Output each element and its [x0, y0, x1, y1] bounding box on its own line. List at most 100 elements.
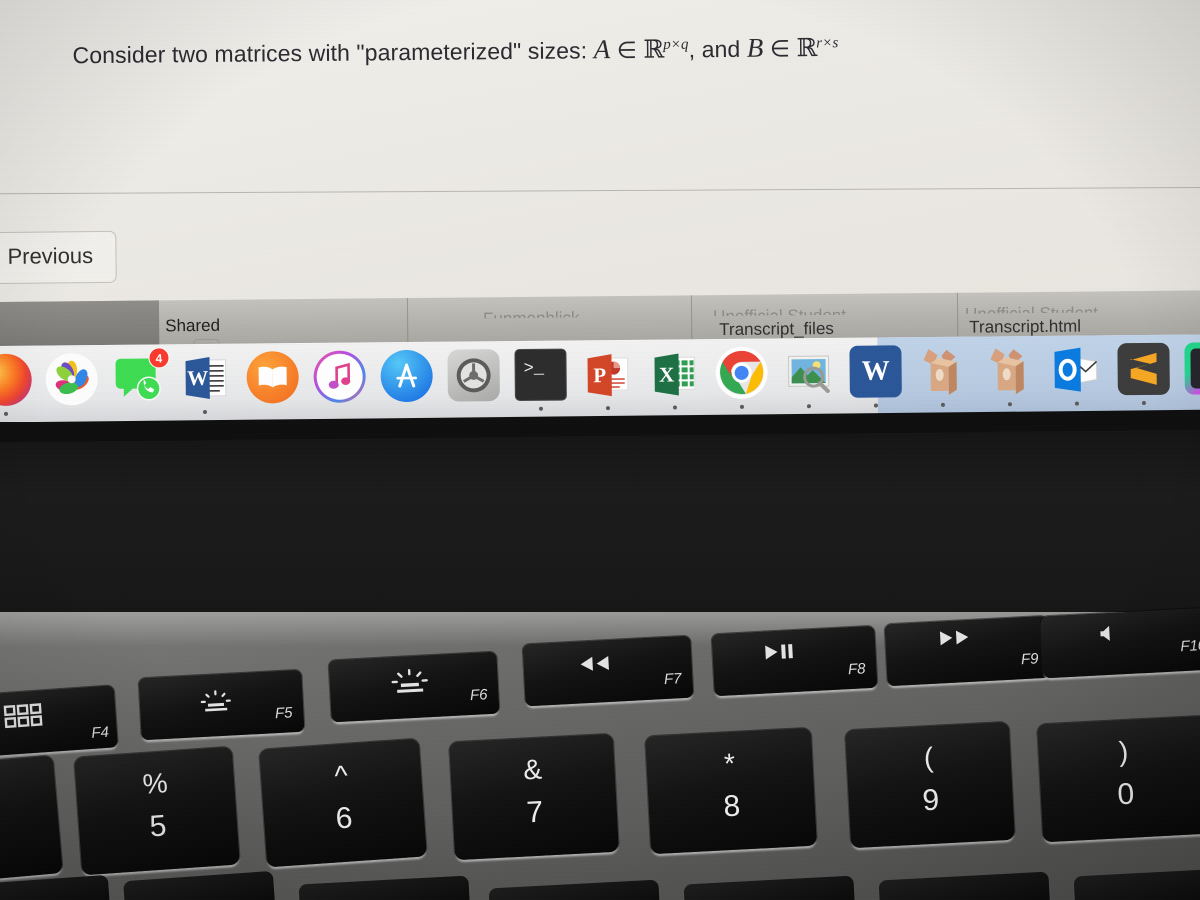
- dock-icon-system-preferences[interactable]: [447, 349, 500, 402]
- reals-symbol-b: ℝ: [796, 33, 817, 63]
- messages-unread-badge: 4: [148, 347, 170, 369]
- dock-icon-messages[interactable]: 4: [112, 347, 170, 404]
- dock-running-dot-word-doc: [873, 403, 878, 408]
- key-6-base-label: 6: [334, 801, 354, 836]
- dock-running-dot-texshop-1: [940, 402, 945, 407]
- dock-running-dot-preview: [806, 404, 811, 409]
- play-pause-icon: [765, 644, 793, 660]
- dock-icon-app-store[interactable]: [380, 349, 433, 403]
- fast-forward-icon: [939, 630, 969, 646]
- finder-ghost-label-2: Unofficial Student: [965, 303, 1099, 314]
- key-8-base-label: 8: [722, 789, 742, 824]
- key-7[interactable]: & 7: [449, 733, 619, 861]
- dock-icon-word[interactable]: W: [179, 352, 231, 404]
- dock-icon-photos[interactable]: [45, 353, 98, 406]
- key-9[interactable]: ( 9: [845, 721, 1015, 849]
- key-6-shift-label: ^: [333, 759, 349, 792]
- finder-file-transcript-html[interactable]: Transcript.html: [969, 317, 1081, 338]
- excel-spreadsheet-icon: X: [654, 353, 696, 396]
- key-f8[interactable]: F8: [711, 625, 878, 697]
- powerpoint-slide-icon: P: [587, 354, 629, 397]
- question-prose: Consider two matrices with "parameterize…: [72, 37, 588, 69]
- sublime-s-icon: [1130, 352, 1157, 385]
- outlook-envelope-icon: [1054, 347, 1098, 392]
- launchpad-icon: [3, 703, 43, 729]
- key-6[interactable]: ^ 6: [259, 738, 427, 868]
- dock-running-dot-excel: [672, 405, 678, 410]
- dock-icon-texshop-1[interactable]: [916, 345, 968, 397]
- key-8[interactable]: * 8: [645, 727, 817, 855]
- dock-running-dot-sublime: [1141, 400, 1146, 405]
- dock-icon-powerpoint[interactable]: P: [581, 348, 633, 400]
- key-f4[interactable]: F4: [0, 685, 118, 757]
- word-document-icon: W: [185, 356, 227, 399]
- dock-icon-firefox[interactable]: [0, 353, 32, 407]
- dock-icon-chrome[interactable]: [715, 346, 768, 400]
- key-f5-label: F5: [274, 704, 293, 723]
- dock-icon-outlook[interactable]: [1050, 343, 1102, 395]
- key-f9-label: F9: [1020, 650, 1039, 669]
- dock-icon-word-doc[interactable]: W: [849, 345, 902, 398]
- key-f5[interactable]: F5: [138, 669, 305, 741]
- dock-running-dot-terminal: [538, 406, 544, 411]
- dock-running-dot-chrome: [739, 404, 744, 409]
- dock-running-dot-word: [202, 409, 208, 415]
- key-0-shift-label: ): [1118, 735, 1130, 768]
- key-f7-label: F7: [663, 670, 682, 689]
- key-5[interactable]: % 5: [74, 746, 240, 876]
- keyboard-brightness-down-icon: [200, 690, 231, 712]
- previous-button[interactable]: Previous: [0, 230, 117, 285]
- reals-symbol-a: ℝ: [643, 34, 664, 64]
- key-7-shift-label: &: [522, 753, 543, 786]
- key-f6[interactable]: F6: [328, 651, 500, 723]
- key-f8-label: F8: [847, 660, 866, 679]
- svg-text:W: W: [187, 366, 208, 390]
- dock-running-dot-firefox: [3, 411, 9, 416]
- conjunction-text: , and: [688, 35, 741, 63]
- key-f9[interactable]: F9: [884, 615, 1051, 687]
- key-f6-label: F6: [469, 686, 488, 705]
- texshop-blocks-icon: [923, 349, 957, 395]
- key-f4-label: F4: [90, 723, 110, 742]
- key-4[interactable]: [0, 755, 63, 883]
- dock-icon-terminal[interactable]: >_: [514, 348, 567, 402]
- matrix-b-symbol: B: [746, 32, 764, 63]
- key-f10-label: F10: [1179, 636, 1200, 656]
- key-7-base-label: 7: [525, 795, 545, 830]
- dock-running-dot-texshop-2: [1007, 402, 1012, 407]
- svg-text:P: P: [593, 363, 606, 387]
- dock-running-dot-powerpoint: [605, 406, 611, 411]
- dock-item-list: 4 W >_ P X W: [0, 336, 1200, 420]
- dock-running-dot-outlook: [1074, 401, 1079, 406]
- book-icon: [258, 366, 287, 388]
- element-of-symbol-a: ∈: [616, 37, 638, 64]
- dock-icon-excel[interactable]: X: [648, 347, 700, 399]
- keyboard-brightness-up-icon: [391, 669, 428, 693]
- key-0[interactable]: ) 0: [1037, 715, 1200, 843]
- dock-icon-preview[interactable]: [782, 346, 834, 398]
- finder-file-transcript-files[interactable]: Transcript_files: [719, 319, 834, 340]
- dock-icon-ibooks[interactable]: [246, 351, 299, 404]
- key-f7[interactable]: F7: [522, 635, 694, 707]
- gear-icon: [456, 358, 491, 393]
- mute-icon: [1100, 625, 1110, 641]
- key-0-base-label: 0: [1116, 777, 1136, 812]
- key-8-shift-label: *: [723, 747, 736, 780]
- dock-icon-clion[interactable]: CL: [1184, 342, 1200, 395]
- svg-text:X: X: [659, 362, 674, 386]
- laptop-screen: Consider two matrices with "parameterize…: [0, 0, 1200, 436]
- key-5-shift-label: %: [141, 767, 169, 800]
- matrix-b-dimensions: r×s: [816, 35, 839, 52]
- rewind-icon: [580, 655, 609, 671]
- quiz-question-line: Consider two matrices with "parameterize…: [72, 28, 1192, 70]
- dock-icon-sublime-text[interactable]: [1117, 342, 1170, 396]
- dock-icon-texshop-2[interactable]: [983, 344, 1035, 396]
- finder-ghost-label-0: Funmonblick: [483, 308, 643, 318]
- key-9-shift-label: (: [923, 741, 935, 774]
- photos-pinwheel-icon: [55, 360, 89, 395]
- dock-icon-itunes[interactable]: [313, 350, 366, 403]
- key-5-base-label: 5: [148, 809, 168, 844]
- finder-sidebar-heading-shared: Shared: [165, 315, 221, 336]
- screen-bezel: [0, 422, 1200, 637]
- key-f10[interactable]: F10: [1040, 607, 1200, 679]
